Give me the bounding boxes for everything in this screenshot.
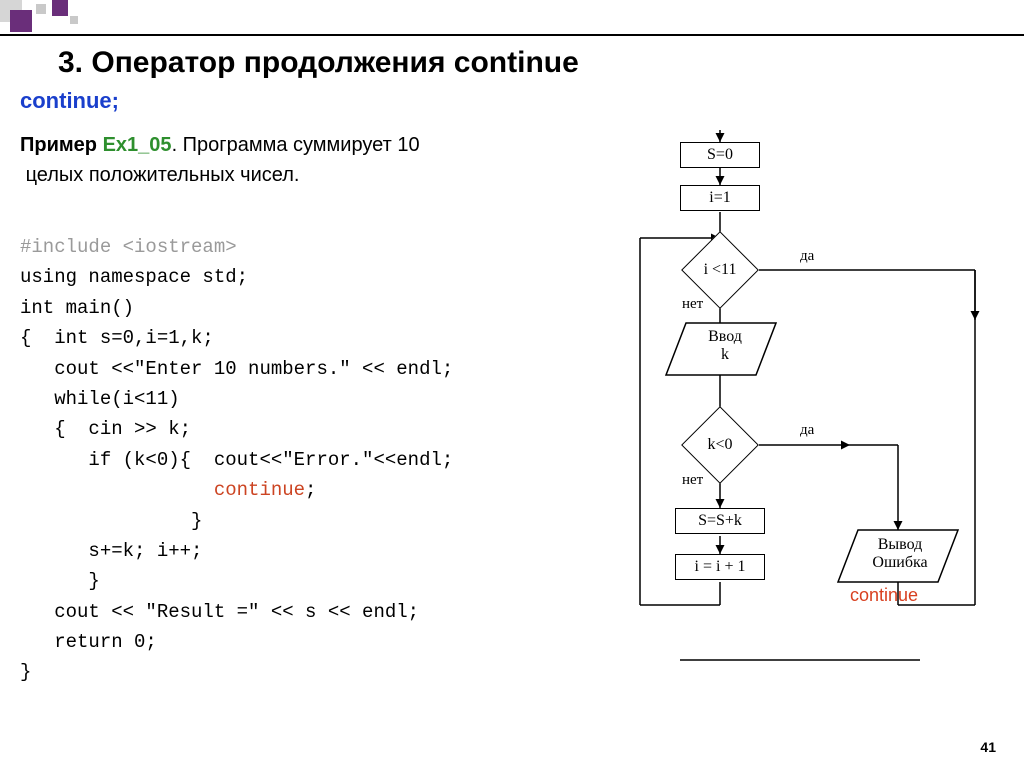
code-line: using namespace std; <box>20 266 248 288</box>
slide-title: 3. Оператор продолжения continue <box>58 46 579 80</box>
flow-box-i-init: i=1 <box>680 185 760 211</box>
label-yes-1: да <box>800 248 814 265</box>
corner-decoration <box>0 0 90 32</box>
code-line: if (k<0){ cout<<"Error."<<endl; <box>20 449 453 471</box>
code-line: { cin >> k; <box>20 418 191 440</box>
code-line: cout << "Result =" << s << endl; <box>20 601 419 623</box>
code-line: } <box>20 661 31 683</box>
label-no-1: нет <box>682 296 703 313</box>
code-line: { int s=0,i=1,k; <box>20 327 214 349</box>
example-label: Пример <box>20 134 97 156</box>
code-continue: continue <box>20 479 305 501</box>
flow-input-k: Ввод k <box>690 328 760 364</box>
flow-output-error: Вывод Ошибка <box>860 536 940 572</box>
code-line: } <box>20 510 202 532</box>
flow-box-sum: S=S+k <box>675 508 765 534</box>
code-line: while(i<11) <box>20 388 180 410</box>
flow-continue-label: continue <box>850 585 918 606</box>
code-line: s+=k; i++; <box>20 540 202 562</box>
flow-box-s-init: S=0 <box>680 142 760 168</box>
flow-input-k-l1: Ввод <box>690 328 760 346</box>
example-description: Пример Ex1_05. Программа суммирует 10 це… <box>20 130 420 190</box>
label-yes-2: да <box>800 422 814 439</box>
flow-output-error-l2: Ошибка <box>860 554 940 572</box>
example-name: Ex1_05 <box>103 134 172 156</box>
flow-box-inc: i = i + 1 <box>675 554 765 580</box>
flow-decision-i: i <11 <box>681 247 759 293</box>
code-semicolon: ; <box>305 479 316 501</box>
page-number: 41 <box>980 739 996 755</box>
code-line: int main() <box>20 297 134 319</box>
flowchart-connectors <box>620 130 1010 670</box>
code-block: #include <iostream> using namespace std;… <box>20 232 453 688</box>
label-no-2: нет <box>682 472 703 489</box>
header-rule <box>0 34 1024 36</box>
code-line: return 0; <box>20 631 157 653</box>
flow-decision-k: k<0 <box>681 422 759 468</box>
flow-output-error-l1: Вывод <box>860 536 940 554</box>
example-desc-1: . Программа суммирует 10 <box>172 134 420 156</box>
example-desc-2: целых положительных чисел. <box>26 164 300 186</box>
flowchart: S=0 i=1 i <11 да нет Ввод k k<0 да нет S… <box>620 130 1010 670</box>
code-include: #include <iostream> <box>20 236 237 258</box>
flow-decision-k-text: k<0 <box>681 422 759 468</box>
continue-keyword: continue; <box>20 88 119 114</box>
code-line: } <box>20 570 100 592</box>
flow-input-k-l2: k <box>690 346 760 364</box>
flow-decision-i-text: i <11 <box>681 247 759 293</box>
code-line: cout <<"Enter 10 numbers." << endl; <box>20 358 453 380</box>
